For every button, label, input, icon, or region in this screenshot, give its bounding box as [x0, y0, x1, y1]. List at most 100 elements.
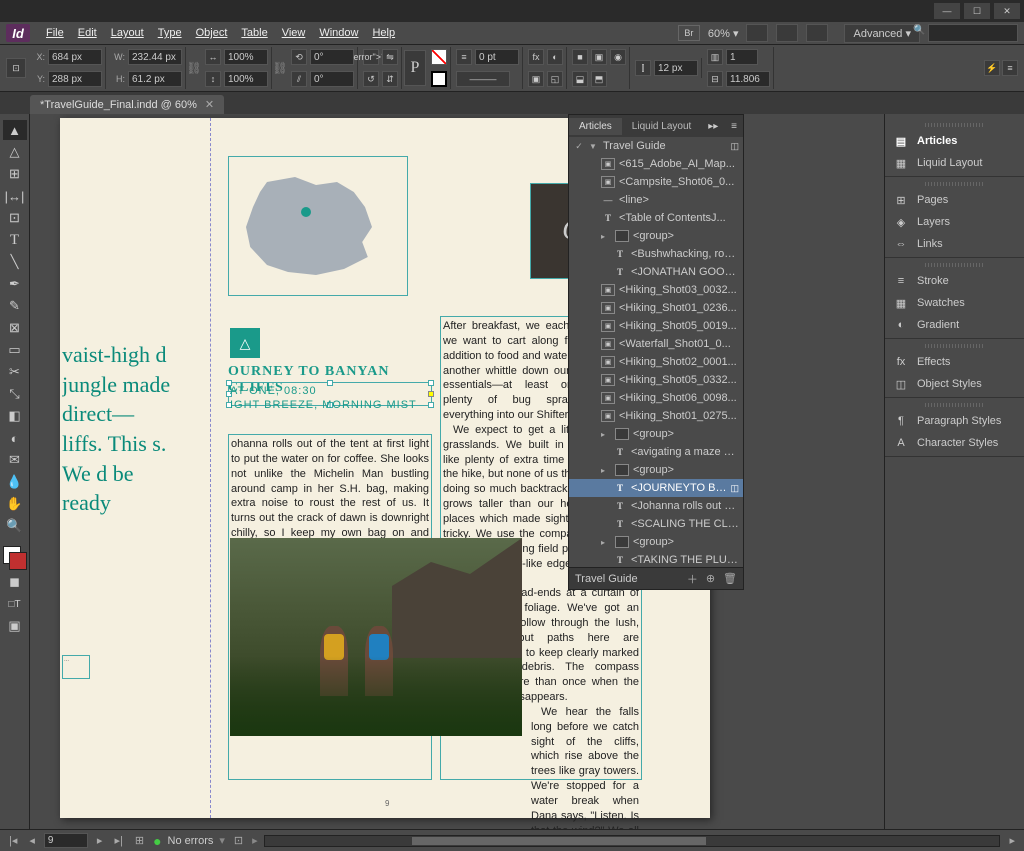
col-width-input[interactable] [726, 71, 770, 87]
resize-handle[interactable] [428, 402, 434, 408]
text-wrap-jump-icon[interactable]: ⬓ [572, 71, 588, 87]
direct-selection-tool[interactable]: △ [3, 142, 27, 162]
ref-point-icon[interactable]: ⊡ [6, 58, 26, 78]
liquid-layout-tab[interactable]: Liquid Layout [622, 118, 702, 135]
close-button[interactable]: ✕ [994, 3, 1020, 19]
stroke-color-icon[interactable] [9, 552, 27, 570]
panel-menu-icon[interactable]: ≡ [1002, 60, 1018, 76]
scale-x-input[interactable] [224, 49, 268, 65]
dock-paragraph-styles[interactable]: ¶Paragraph Styles [885, 410, 1024, 432]
menu-table[interactable]: Table [235, 25, 273, 41]
shear-input[interactable] [310, 71, 354, 87]
menu-file[interactable]: File [40, 25, 70, 41]
tree-item[interactable]: T<Johanna rolls out of ... [569, 497, 743, 515]
tree-item[interactable]: ▣<Hiking_Shot01_0275... [569, 407, 743, 425]
dock-character-styles[interactable]: ACharacter Styles [885, 432, 1024, 454]
tree-item[interactable]: ▸<group> [569, 227, 743, 245]
dock-liquid-layout[interactable]: ▦Liquid Layout [885, 152, 1024, 174]
delete-icon[interactable]: 🗑 [723, 572, 737, 585]
tree-item[interactable]: ▸<group> [569, 533, 743, 551]
tree-item[interactable]: ▣<Hiking_Shot02_0001... [569, 353, 743, 371]
rotate-ccw-icon[interactable]: ↺ [363, 71, 379, 87]
first-page-icon[interactable]: |◂ [6, 834, 20, 847]
selection-tool[interactable]: ▲ [3, 120, 27, 140]
pencil-tool[interactable]: ✎ [3, 296, 27, 316]
expand-arrow-icon[interactable]: ▸ [601, 430, 611, 439]
wrap-icon[interactable]: ▣ [528, 71, 544, 87]
apply-color-icon[interactable]: ◼ [3, 572, 27, 592]
pen-tool[interactable]: ✒ [3, 274, 27, 294]
fill-swatch-icon[interactable] [431, 49, 447, 65]
gap-input[interactable] [654, 60, 698, 76]
tree-item[interactable]: T<Table of ContentsJ... [569, 209, 743, 227]
tree-item[interactable]: ▣<Waterfall_Shot01_0... [569, 335, 743, 353]
include-checkbox[interactable]: ✓ [573, 141, 585, 152]
tree-item[interactable]: ▣<Hiking_Shot06_0098... [569, 389, 743, 407]
open-icon[interactable]: ⊡ [231, 834, 246, 847]
scissors-tool[interactable]: ✂ [3, 362, 27, 382]
guide-line[interactable] [210, 118, 211, 818]
tree-item[interactable]: ▣<Campsite_Shot06_0... [569, 173, 743, 191]
formatting-container-icon[interactable]: □T [3, 594, 27, 614]
tree-item[interactable]: T<TAKING THE PLUNG... [569, 551, 743, 567]
tree-item[interactable]: ▣<Hiking_Shot05_0019... [569, 317, 743, 335]
dock-links[interactable]: ⇔Links [885, 233, 1024, 255]
tree-item[interactable]: T<JONATHAN GOODM... [569, 263, 743, 281]
dock-object-styles[interactable]: ◫Object Styles [885, 373, 1024, 395]
tree-item[interactable]: T<JOURNEYTO BA...◫ [569, 479, 743, 497]
maximize-button[interactable]: ☐ [964, 3, 990, 19]
rotate-cw-icon[interactable]: error">↻ [363, 49, 379, 65]
rectangle-frame-tool[interactable]: ⊠ [3, 318, 27, 338]
zoom-tool[interactable]: 🔍 [3, 516, 27, 536]
note-tool[interactable]: ✉ [3, 450, 27, 470]
menu-object[interactable]: Object [190, 25, 234, 41]
tree-item[interactable]: —<line> [569, 191, 743, 209]
menu-view[interactable]: View [276, 25, 312, 41]
x-input[interactable] [48, 49, 102, 65]
page-tool[interactable]: ⊞ [3, 164, 27, 184]
horizontal-scrollbar[interactable] [264, 835, 1001, 847]
dock-pages[interactable]: ⊞Pages [885, 189, 1024, 211]
rotate-input[interactable] [310, 49, 354, 65]
tree-item[interactable]: T<avigating a maze of... [569, 443, 743, 461]
constrain-icon[interactable]: ⛓ [188, 51, 200, 85]
eyedropper-tool[interactable]: 💧 [3, 472, 27, 492]
preflight-status-icon[interactable]: ● [153, 833, 161, 849]
columns-input[interactable] [726, 49, 758, 65]
panel-menu-icon[interactable]: ≡ [725, 121, 743, 132]
dock-articles[interactable]: ▤Articles [885, 130, 1024, 152]
tree-item[interactable]: ▣<Hiking_Shot01_0236... [569, 299, 743, 317]
gradient-feather-tool[interactable]: ◐ [3, 428, 27, 448]
text-wrap-bbox-icon[interactable]: ▣ [591, 49, 607, 65]
bridge-icon[interactable]: Br [678, 25, 700, 41]
menu-layout[interactable]: Layout [105, 25, 150, 41]
tree-item[interactable]: ▣<Hiking_Shot05_0332... [569, 371, 743, 389]
text-wrap-shape-icon[interactable]: ◉ [610, 49, 626, 65]
line-tool[interactable]: ╲ [3, 252, 27, 272]
view-options-icon[interactable] [746, 24, 768, 42]
add-article-icon[interactable]: ＋ [687, 571, 698, 587]
dock-gradient[interactable]: ◐Gradient [885, 314, 1024, 336]
tree-item[interactable]: ▣<615_Adobe_AI_Map... [569, 155, 743, 173]
text-wrap-none-icon[interactable]: ■ [572, 49, 588, 65]
map-frame[interactable] [228, 156, 408, 296]
y-input[interactable] [48, 71, 102, 87]
close-tab-icon[interactable]: ✕ [205, 98, 214, 111]
expand-arrow-icon[interactable]: ▸ [601, 466, 611, 475]
h-input[interactable] [128, 71, 182, 87]
gap-tool[interactable]: |↔| [3, 186, 27, 206]
document-tab[interactable]: *TravelGuide_Final.indd @ 60% ✕ [30, 95, 224, 114]
constrain-scale-icon[interactable]: ⛓ [274, 51, 286, 85]
fx-icon[interactable]: fx [528, 49, 544, 65]
screen-mode-icon[interactable] [776, 24, 798, 42]
dock-stroke[interactable]: ≡Stroke [885, 270, 1024, 292]
tree-root[interactable]: ✓ ▼ Travel Guide ◫ [569, 137, 743, 155]
small-frame[interactable]: ... [62, 655, 90, 679]
hiking-photo-frame[interactable] [230, 538, 522, 736]
expand-arrow-icon[interactable]: ▸ [601, 232, 611, 241]
tree-item[interactable]: ▸<group> [569, 461, 743, 479]
free-transform-tool[interactable]: ⤡ [3, 384, 27, 404]
scale-y-input[interactable] [224, 71, 268, 87]
scroll-right-icon[interactable]: ▸ [1006, 834, 1018, 847]
rectangle-tool[interactable]: ▭ [3, 340, 27, 360]
